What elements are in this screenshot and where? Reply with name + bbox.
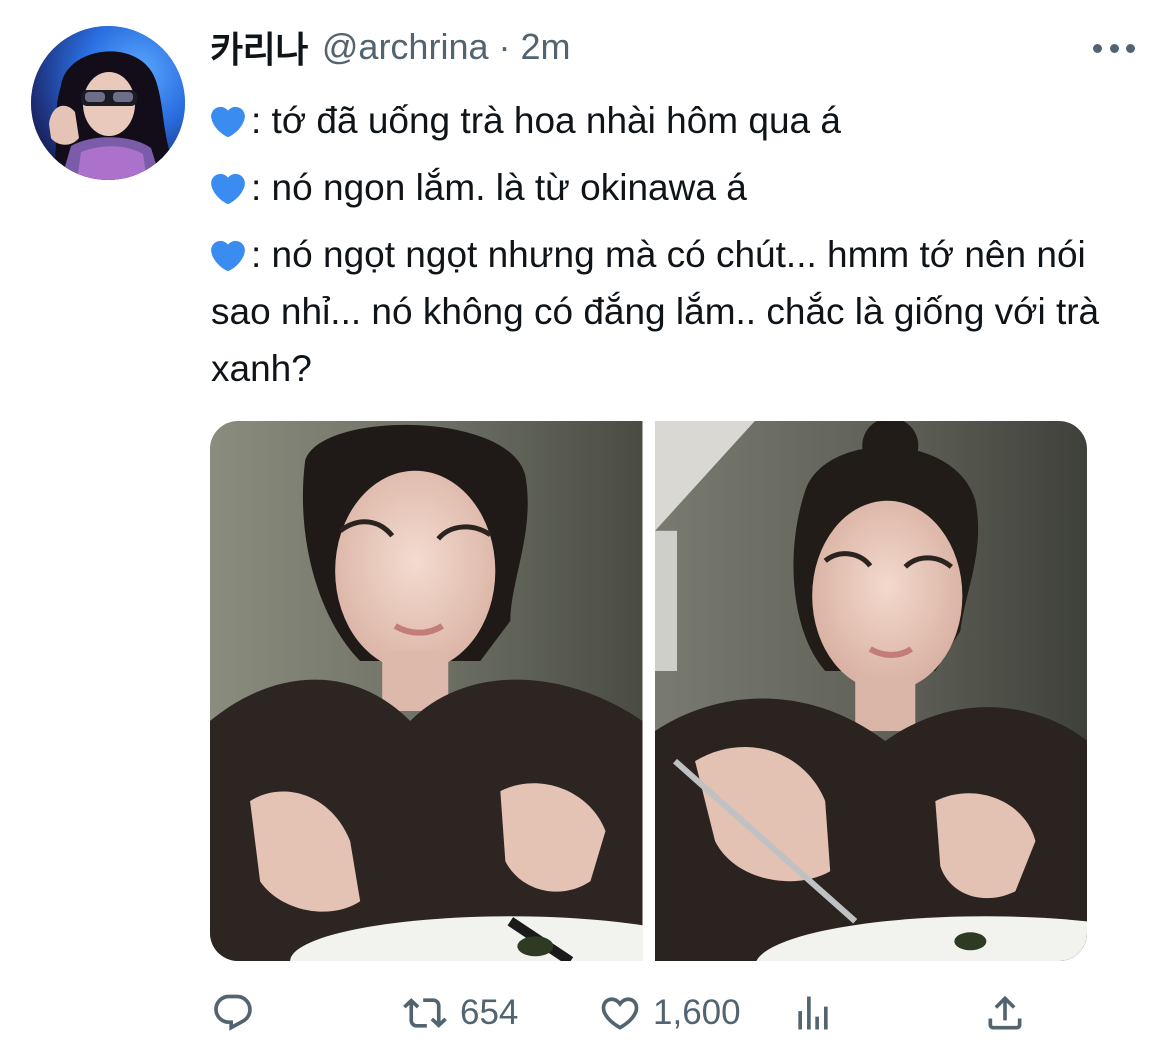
retweet-button[interactable]: 654 <box>400 986 518 1040</box>
photo-2[interactable] <box>654 421 1087 961</box>
photo-1[interactable] <box>210 421 643 961</box>
tweet-line-text: : nó ngọt ngọt nhưng mà có chút... hmm t… <box>211 234 1100 389</box>
avatar-image <box>31 26 185 180</box>
tweet-header: 카리나 @archrina · 2m <box>210 24 571 70</box>
photo-image <box>210 421 643 961</box>
blue-heart-icon <box>211 106 245 138</box>
photo-image <box>654 421 1087 961</box>
tweet-line-text: : tớ đã uống trà hoa nhài hôm qua á <box>251 100 841 141</box>
timestamp[interactable]: 2m <box>520 26 570 68</box>
reply-icon <box>214 994 252 1031</box>
tweet-line: : tớ đã uống trà hoa nhài hôm qua á <box>211 92 1141 149</box>
avatar[interactable] <box>31 26 185 180</box>
more-options-icon[interactable] <box>1093 41 1135 55</box>
media-grid <box>210 421 1087 961</box>
tweet-line: : nó ngon lắm. là từ okinawa á <box>211 159 1141 216</box>
analytics-icon <box>798 996 828 1030</box>
retweet-icon <box>403 998 447 1028</box>
share-button[interactable] <box>983 986 1027 1040</box>
like-button[interactable]: 1,600 <box>597 986 741 1040</box>
user-handle[interactable]: @archrina <box>322 26 489 68</box>
blue-heart-icon <box>211 173 245 205</box>
like-count: 1,600 <box>653 993 741 1032</box>
like-icon <box>601 997 639 1030</box>
tweet-line-text: : nó ngon lắm. là từ okinawa á <box>251 167 747 208</box>
retweet-count: 654 <box>460 993 519 1032</box>
analytics-button[interactable] <box>791 986 835 1040</box>
display-name[interactable]: 카리나 <box>210 21 308 73</box>
blue-heart-icon <box>211 240 245 272</box>
separator-dot: · <box>498 26 511 67</box>
tweet-line: : nó ngọt ngọt nhưng mà có chút... hmm t… <box>211 226 1141 397</box>
share-icon <box>988 995 1022 1030</box>
reply-button[interactable] <box>211 986 255 1040</box>
tweet-text: : tớ đã uống trà hoa nhài hôm qua á : nó… <box>211 92 1141 407</box>
action-bar: 654 1,600 <box>211 986 1041 1040</box>
